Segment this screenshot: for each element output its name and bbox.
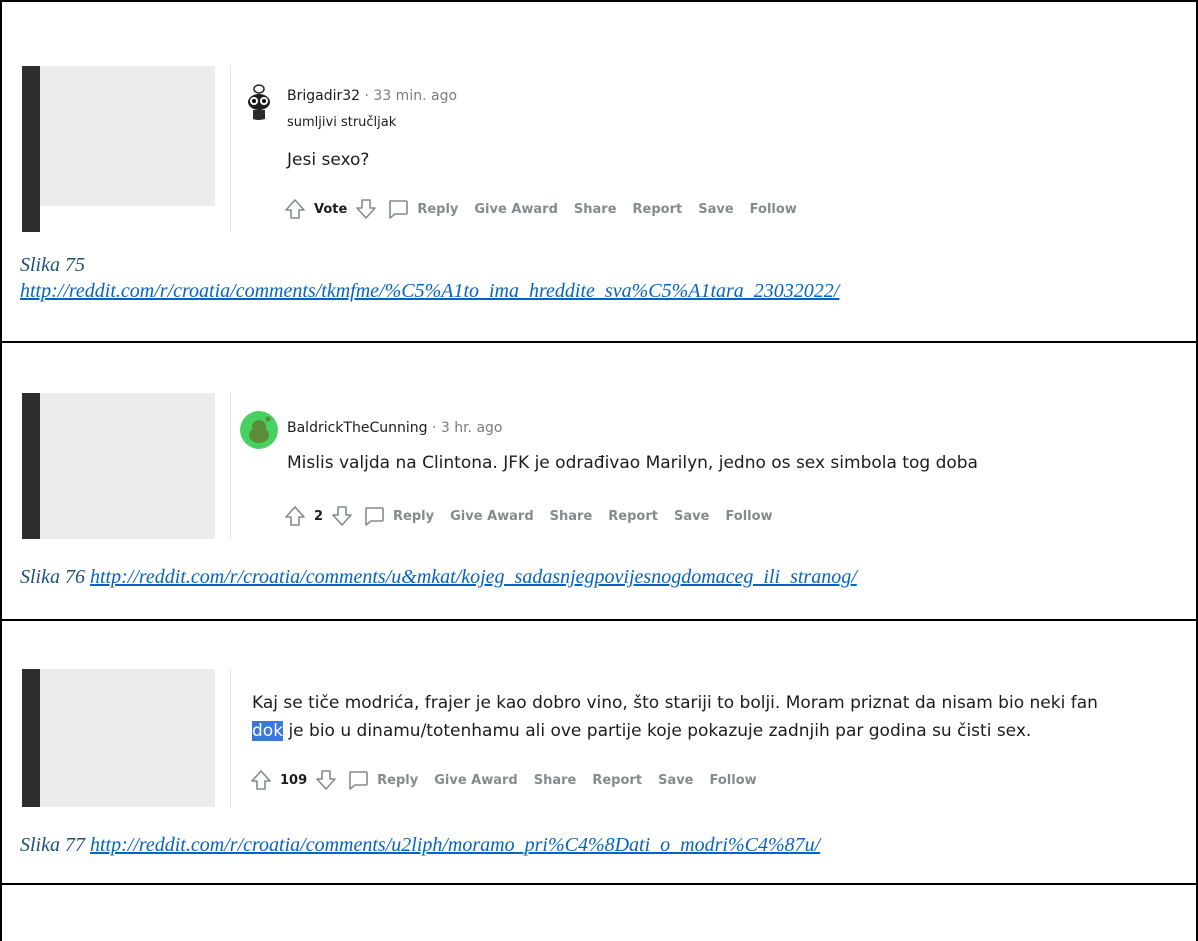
report-button[interactable]: Report <box>633 202 683 217</box>
caption-link[interactable]: http://reddit.com/r/croatia/comments/u2l… <box>90 834 820 856</box>
gray-panel <box>40 393 215 539</box>
comment-screenshot: BaldrickTheCunning · 3 hr. ago Mislis va… <box>22 393 978 539</box>
caption-label: Slika 75 <box>20 254 85 276</box>
report-button[interactable]: Report <box>608 509 658 524</box>
report-button[interactable]: Report <box>592 773 642 788</box>
caption-label: Slika 77 <box>20 834 90 856</box>
upvote-icon[interactable] <box>282 196 308 222</box>
figure-caption: Slika 75 http://reddit.com/r/croatia/com… <box>20 252 839 304</box>
comment-screenshot: Brigadir32 · 33 min. ago sumljivi stručl… <box>22 66 922 232</box>
user-flair: sumljivi stručljak <box>287 115 397 130</box>
reply-button[interactable]: Reply <box>417 202 458 217</box>
comment-body: Jesi sexo? <box>287 146 369 174</box>
comment-actions: Vote Reply Give Award Share Report Save … <box>282 194 813 224</box>
downvote-icon[interactable] <box>329 503 355 529</box>
comment-meta: Brigadir32 · 33 min. ago <box>287 88 457 104</box>
comment-screenshot: Kaj se tiče modrića, frajer je kao dobro… <box>22 669 1172 807</box>
save-button[interactable]: Save <box>698 202 733 217</box>
comment-line: dok je bio u dinamu/totenhamu ali ove pa… <box>252 721 1032 741</box>
comment-line: Kaj se tiče modrića, frajer je kao dobro… <box>252 693 1098 713</box>
comment-meta: BaldrickTheCunning · 3 hr. ago <box>287 420 503 436</box>
thread-line <box>230 669 231 807</box>
comment-actions: 109 Reply Give Award Share Report Save F… <box>248 765 773 795</box>
comment-line: Jesi sexo? <box>287 150 370 170</box>
vote-score: 109 <box>280 772 308 788</box>
page-edge-bar <box>22 669 40 807</box>
timestamp: 33 min. ago <box>373 88 458 104</box>
caption-label: Slika 76 <box>20 566 90 588</box>
gray-panel <box>40 66 215 206</box>
thread-line <box>230 393 231 539</box>
comment-line: Mislis valjda na Clintona. JFK je odrađi… <box>287 453 978 473</box>
reply-button[interactable]: Reply <box>393 509 434 524</box>
page-edge-bar <box>22 66 40 232</box>
username-link[interactable]: BaldrickTheCunning <box>287 420 428 436</box>
thread-line <box>230 66 231 232</box>
caption-link[interactable]: http://reddit.com/r/croatia/comments/tkm… <box>20 280 839 302</box>
share-button[interactable]: Share <box>574 202 617 217</box>
comment-bubble-icon[interactable] <box>385 196 411 222</box>
give-award-button[interactable]: Give Award <box>434 773 518 788</box>
downvote-icon[interactable] <box>313 767 339 793</box>
page-edge-bar <box>22 393 40 539</box>
follow-button[interactable]: Follow <box>725 509 772 524</box>
downvote-icon[interactable] <box>353 196 379 222</box>
vote-score: 2 <box>314 508 324 524</box>
upvote-icon[interactable] <box>282 503 308 529</box>
username-link[interactable]: Brigadir32 <box>287 88 360 104</box>
save-button[interactable]: Save <box>674 509 709 524</box>
follow-button[interactable]: Follow <box>710 773 757 788</box>
table-row: Brigadir32 · 33 min. ago sumljivi stručl… <box>2 2 1196 341</box>
vote-score: Vote <box>314 201 348 217</box>
give-award-button[interactable]: Give Award <box>474 202 558 217</box>
selected-text: dok <box>252 721 284 741</box>
upvote-icon[interactable] <box>248 767 274 793</box>
figure-caption: Slika 76 http://reddit.com/r/croatia/com… <box>20 564 857 590</box>
gray-panel <box>40 669 215 807</box>
separator: · <box>360 88 374 104</box>
reply-button[interactable]: Reply <box>377 773 418 788</box>
share-button[interactable]: Share <box>550 509 593 524</box>
comment-bubble-icon[interactable] <box>361 503 387 529</box>
comment-actions: 2 Reply Give Award Share Report Save Fol… <box>282 501 789 531</box>
avatar <box>240 411 278 449</box>
follow-button[interactable]: Follow <box>750 202 797 217</box>
figure-caption: Slika 77 http://reddit.com/r/croatia/com… <box>20 832 820 858</box>
caption-link[interactable]: http://reddit.com/r/croatia/comments/u&m… <box>90 566 857 588</box>
comment-body: Mislis valjda na Clintona. JFK je odrađi… <box>287 449 978 477</box>
table-row: Kaj se tiče modrića, frajer je kao dobro… <box>2 621 1196 883</box>
save-button[interactable]: Save <box>658 773 693 788</box>
give-award-button[interactable]: Give Award <box>450 509 534 524</box>
share-button[interactable]: Share <box>534 773 577 788</box>
table-border-row3 <box>0 883 1198 885</box>
table-row: BaldrickTheCunning · 3 hr. ago Mislis va… <box>2 343 1196 619</box>
comment-bubble-icon[interactable] <box>345 767 371 793</box>
separator: · <box>427 420 441 436</box>
avatar <box>240 82 278 120</box>
comment-body: Kaj se tiče modrića, frajer je kao dobro… <box>252 689 1098 745</box>
timestamp: 3 hr. ago <box>440 420 503 436</box>
